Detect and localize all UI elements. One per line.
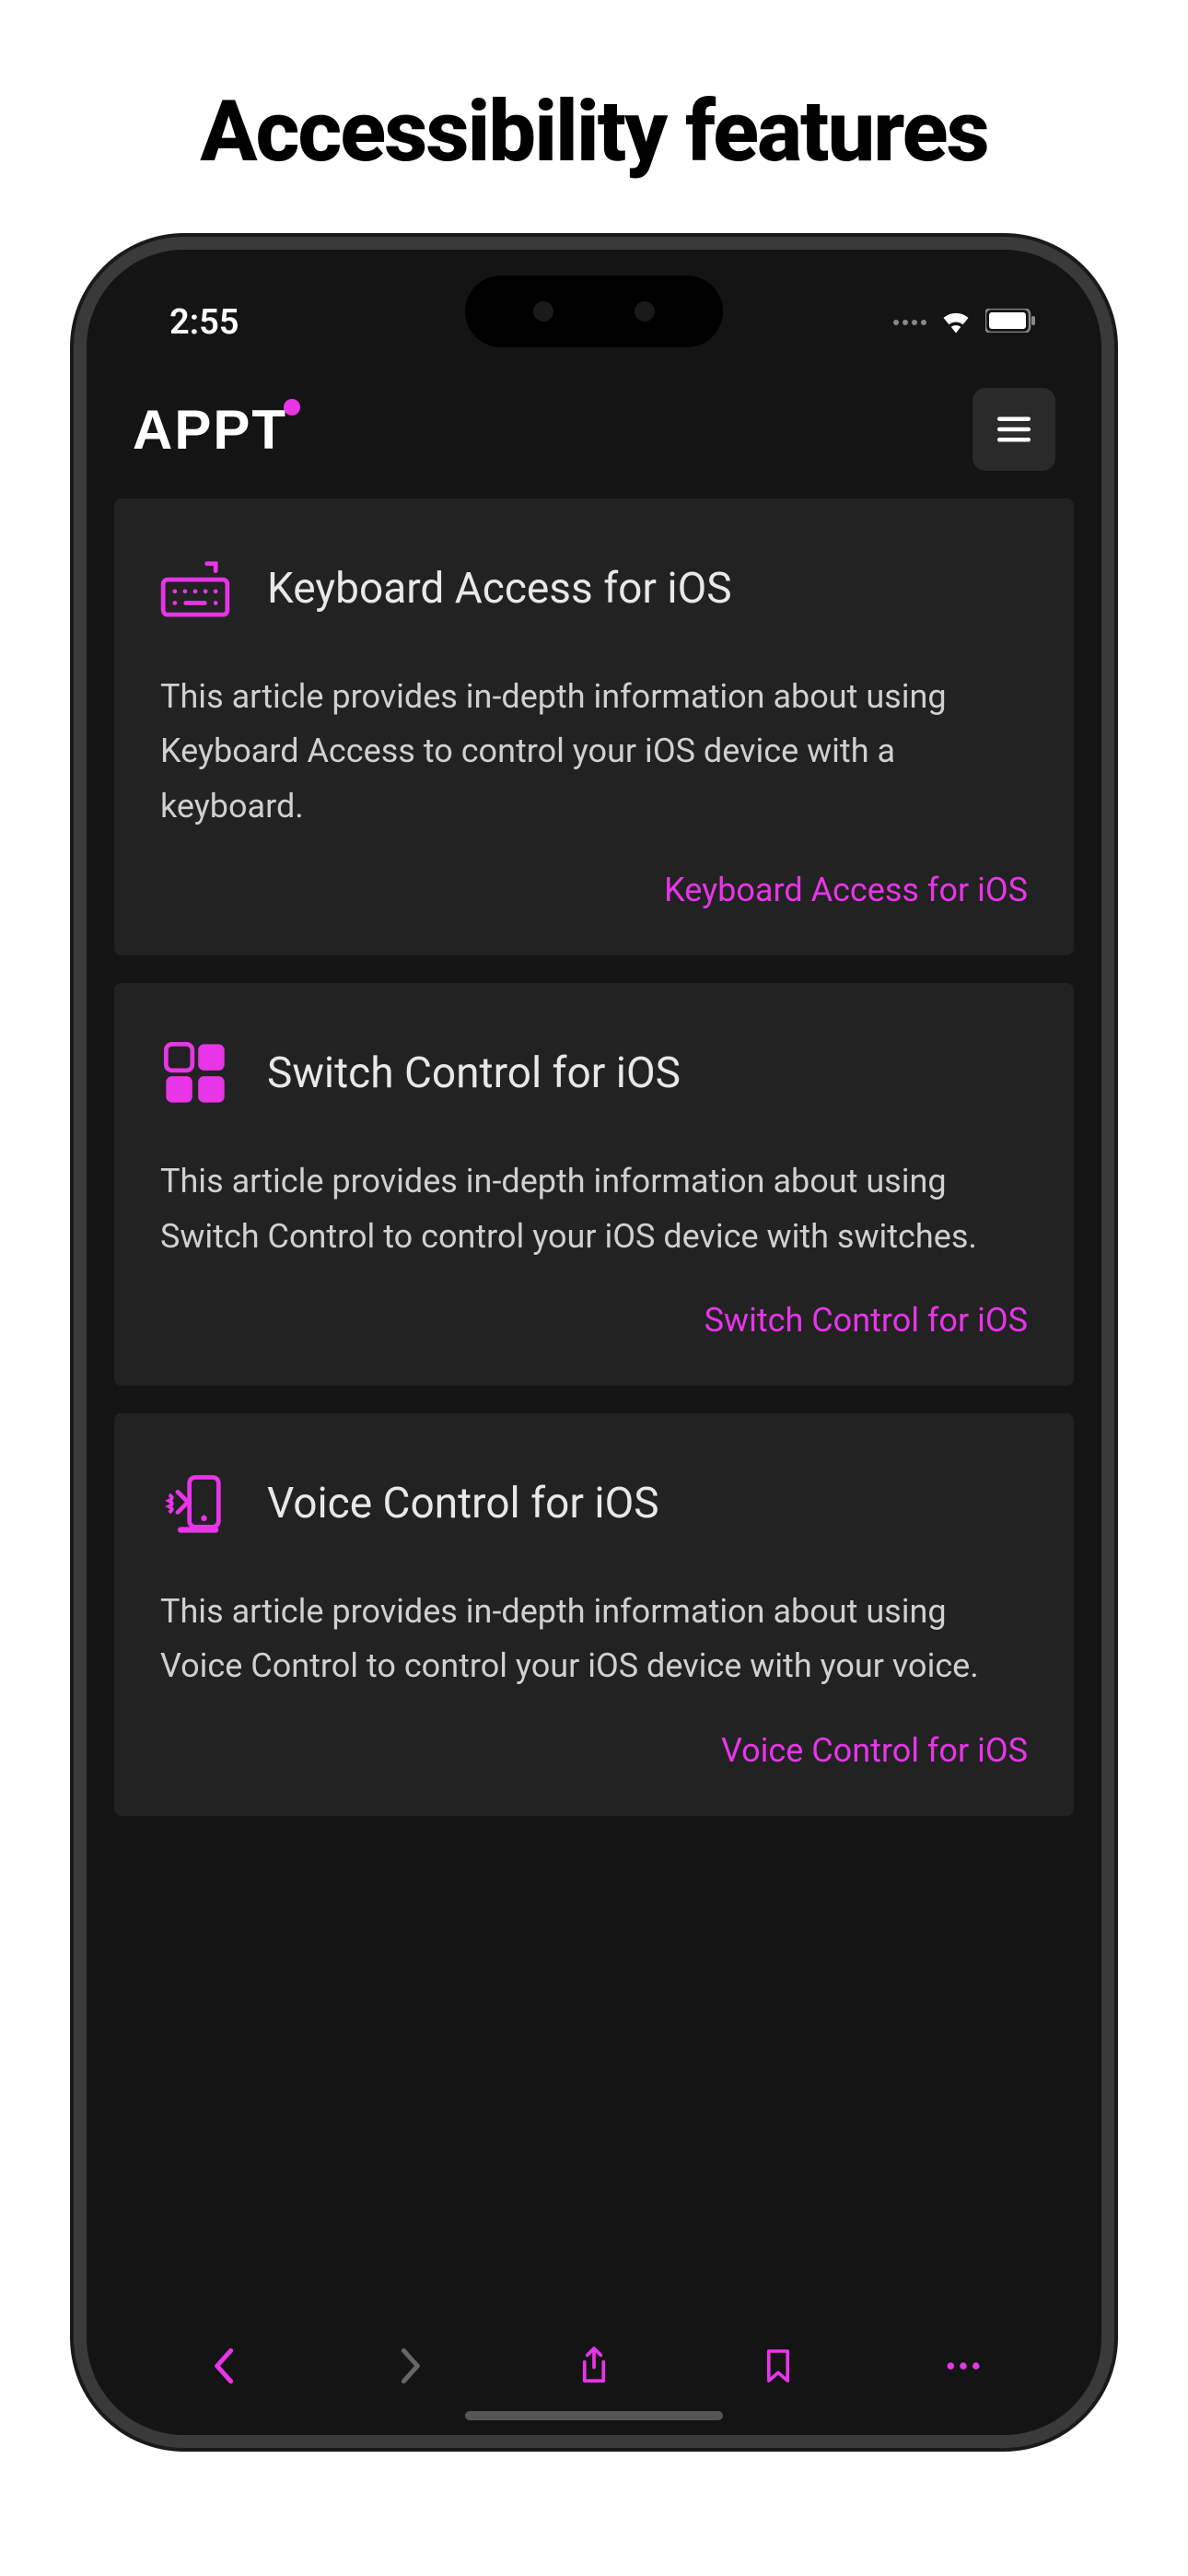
card-description: This article provides in-depth informati… [160,1154,1028,1264]
status-indicators [893,308,1037,337]
hamburger-icon [997,416,1031,442]
card-title: Switch Control for iOS [267,1048,681,1098]
battery-icon [985,309,1037,336]
card-title: Voice Control for iOS [267,1479,659,1528]
phone-screen: 2:55 [87,250,1101,2435]
card-switch-control[interactable]: Switch Control for iOS This article prov… [114,983,1074,1386]
card-header: Voice Control for iOS [160,1469,1028,1539]
more-icon [945,2361,982,2371]
page-title: Accessibility features [200,83,988,181]
menu-button[interactable] [973,388,1055,471]
home-indicator[interactable] [465,2411,723,2420]
chevron-left-icon [212,2348,238,2384]
card-keyboard-access[interactable]: Keyboard Access for iOS This article pro… [114,498,1074,955]
back-button[interactable] [188,2338,262,2394]
card-link-voice[interactable]: Voice Control for iOS [160,1731,1028,1770]
card-header: Switch Control for iOS [160,1038,1028,1108]
card-link-switch[interactable]: Switch Control for iOS [160,1301,1028,1340]
cellular-dots-icon [893,320,926,325]
island-sensor-dot [635,301,655,322]
card-link-keyboard[interactable]: Keyboard Access for iOS [160,871,1028,909]
share-button[interactable] [557,2338,631,2394]
bookmark-icon [765,2348,791,2383]
logo-text: APPT [133,399,287,461]
keyboard-icon [160,554,230,624]
island-camera-dot [533,301,553,322]
forward-button[interactable] [373,2338,447,2394]
card-voice-control[interactable]: Voice Control for iOS This article provi… [114,1413,1074,1816]
card-title: Keyboard Access for iOS [267,564,732,614]
logo-dot-icon [284,399,300,416]
wifi-icon [939,308,973,337]
status-time: 2:55 [169,302,239,343]
share-icon [577,2346,611,2386]
dynamic-island [465,275,723,347]
bookmark-button[interactable] [741,2338,815,2394]
card-header: Keyboard Access for iOS [160,554,1028,624]
more-button[interactable] [926,2338,1000,2394]
app-header: APPT [87,360,1101,498]
chevron-right-icon [397,2348,423,2384]
phone-frame: 2:55 [74,237,1114,2448]
app-logo[interactable]: APPT [133,398,300,462]
card-description: This article provides in-depth informati… [160,1585,1028,1694]
switch-icon [160,1038,230,1108]
card-description: This article provides in-depth informati… [160,670,1028,834]
content-area: Keyboard Access for iOS This article pro… [87,498,1101,1844]
voice-icon [160,1469,230,1539]
